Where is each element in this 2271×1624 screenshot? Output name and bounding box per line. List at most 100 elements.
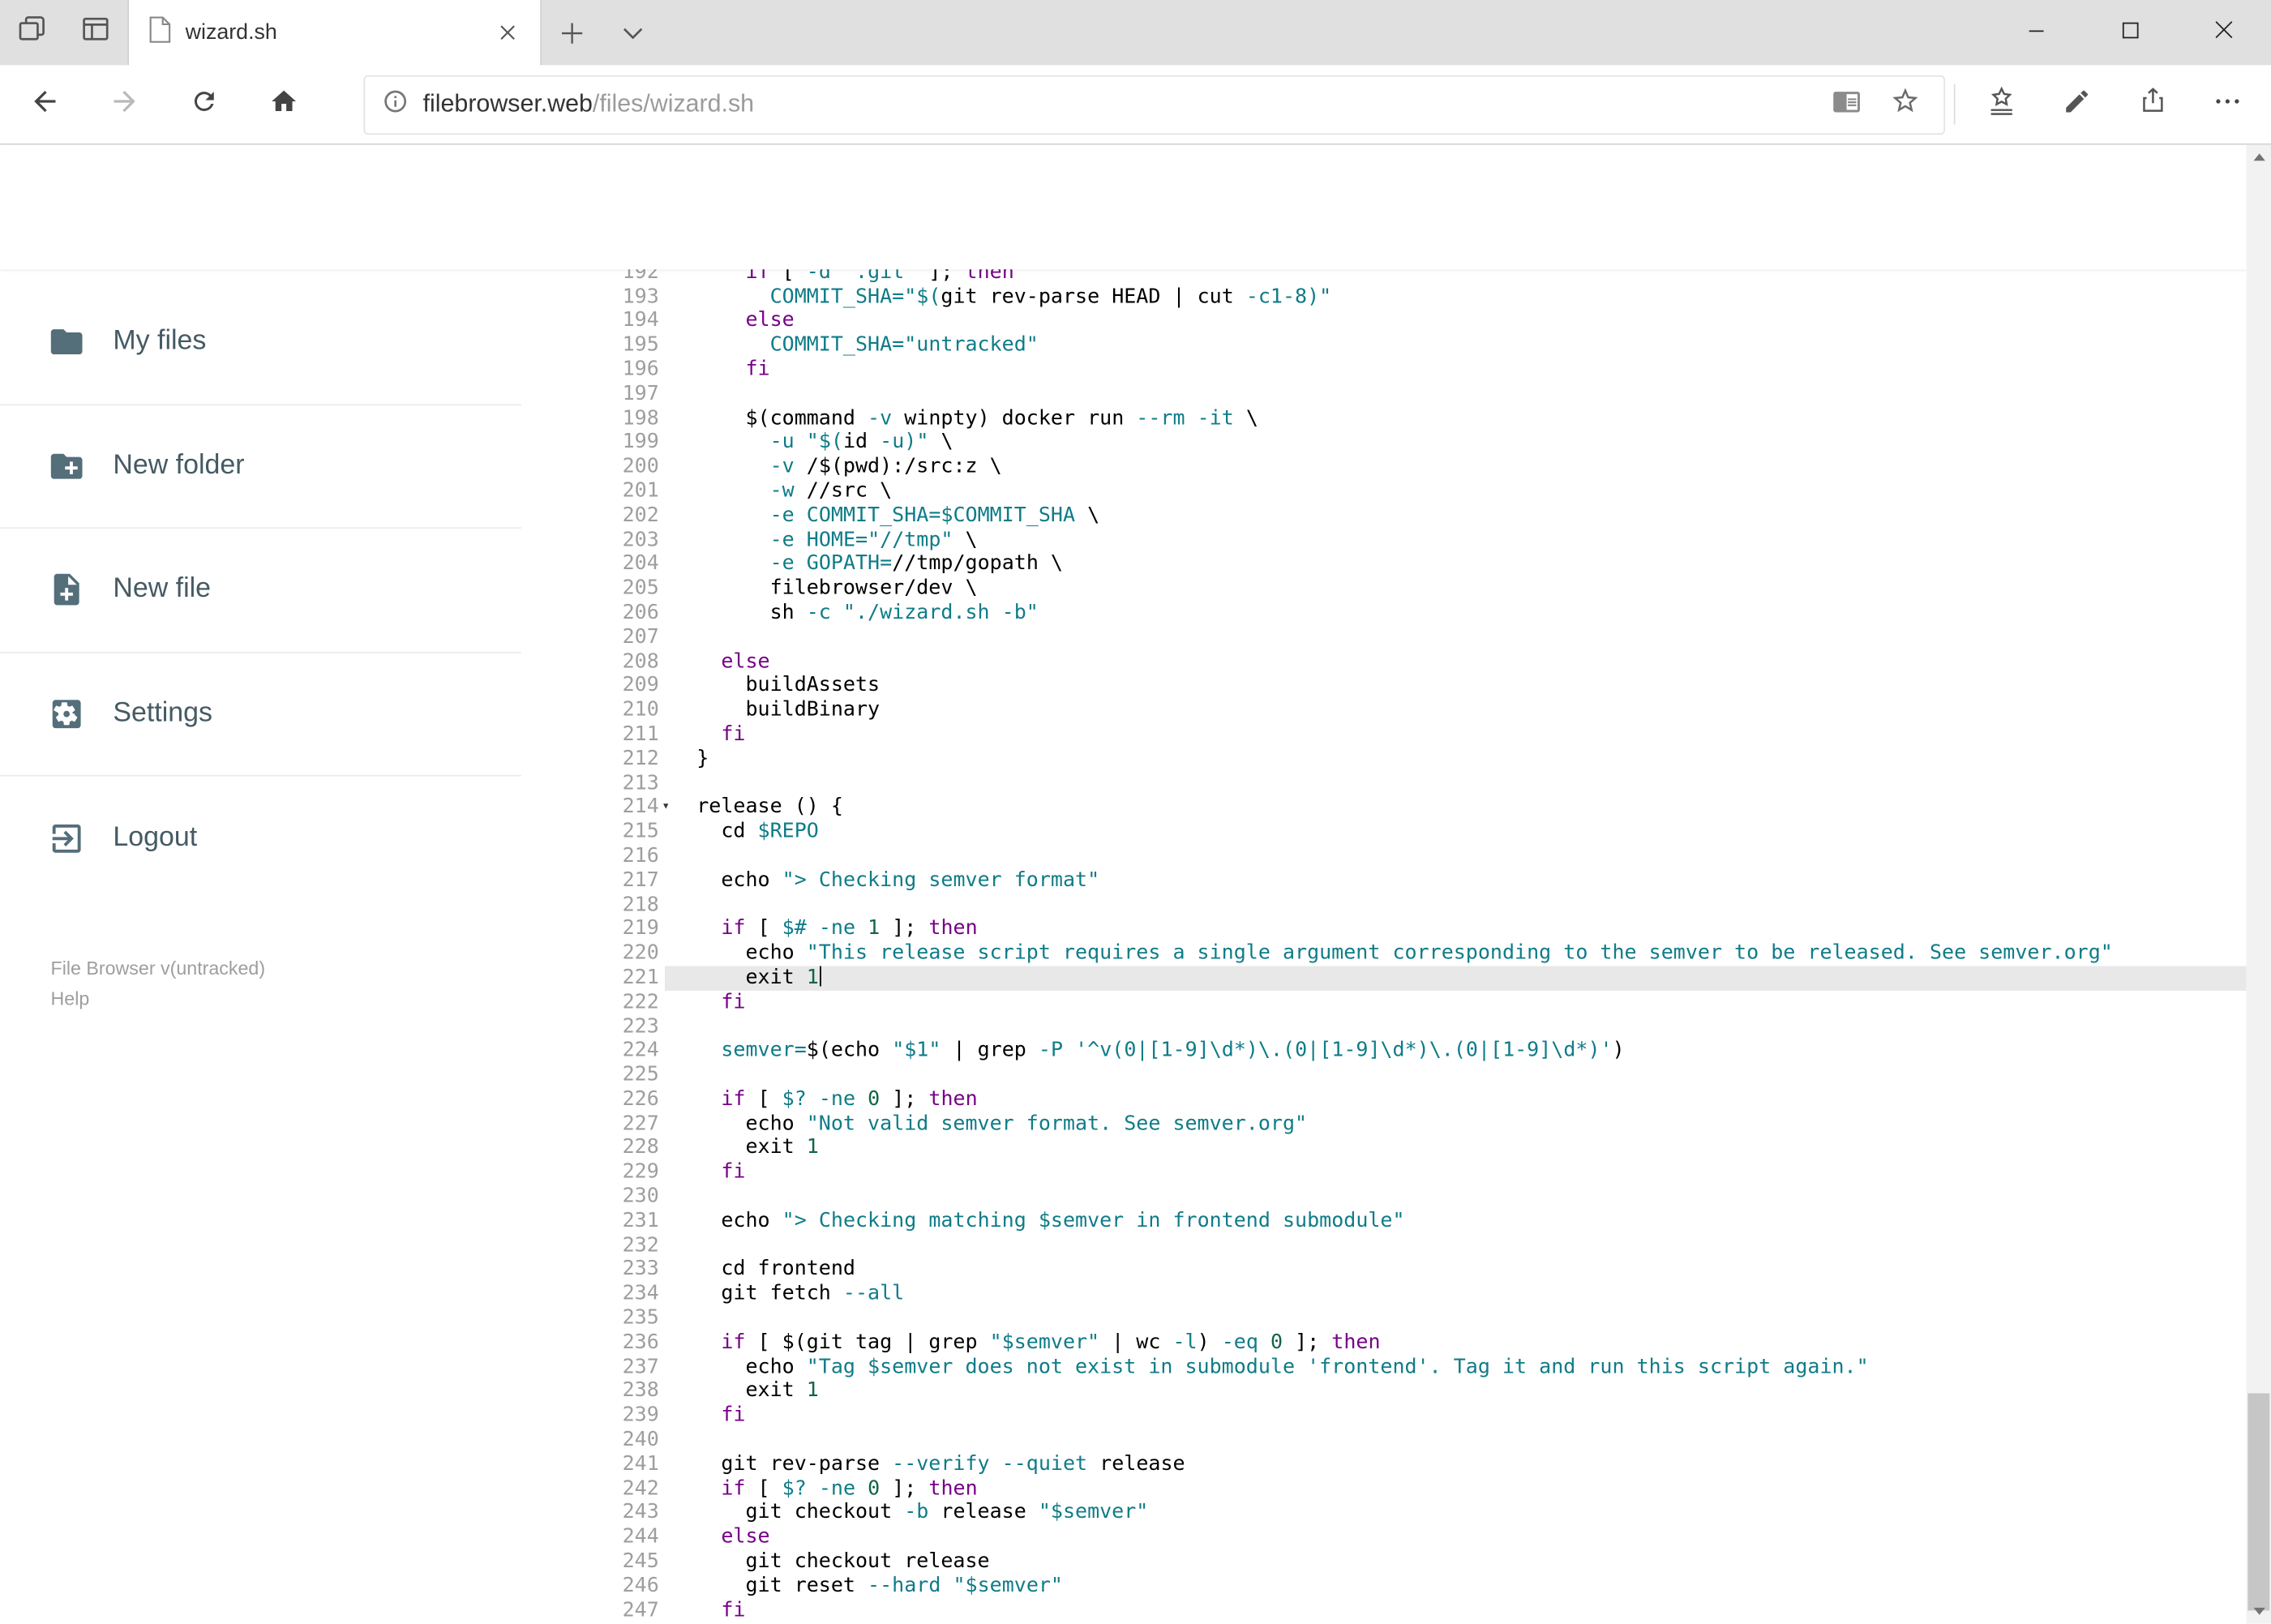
scroll-up-arrow-icon[interactable] xyxy=(2247,145,2271,169)
code-line-216[interactable]: 216 xyxy=(580,844,2247,868)
code-line-240[interactable]: 240 xyxy=(580,1428,2247,1452)
code-line-230[interactable]: 230 xyxy=(580,1185,2247,1209)
code-line-201[interactable]: 201 -w //src \ xyxy=(580,479,2247,503)
code-line-199[interactable]: 199 -u "$(id -u)" \ xyxy=(580,431,2247,455)
new-tab-button[interactable] xyxy=(542,0,602,65)
code-line-196[interactable]: 196 fi xyxy=(580,358,2247,382)
code-line-228[interactable]: 228 exit 1 xyxy=(580,1136,2247,1160)
code-line-231[interactable]: 231 echo "> Checking matching $semver in… xyxy=(580,1209,2247,1233)
code-line-195[interactable]: 195 COMMIT_SHA="untracked" xyxy=(580,333,2247,358)
url-text: filebrowser.web/files/wizard.sh xyxy=(423,90,754,119)
code-line-194[interactable]: 194 else xyxy=(580,309,2247,333)
code-line-204[interactable]: 204 -e GOPATH=//tmp/gopath \ xyxy=(580,552,2247,576)
line-number: 222 xyxy=(622,990,659,1013)
web-note-button[interactable] xyxy=(2039,71,2115,136)
sidebar-item-settings[interactable]: Settings xyxy=(0,653,522,777)
code-line-218[interactable]: 218 xyxy=(580,893,2247,917)
page-icon xyxy=(149,15,171,50)
more-options-button[interactable] xyxy=(2190,71,2265,136)
sidebar-item-logout[interactable]: Logout xyxy=(0,776,521,900)
code-line-244[interactable]: 244 else xyxy=(580,1525,2247,1549)
line-number: 207 xyxy=(622,625,659,649)
code-line-239[interactable]: 239 fi xyxy=(580,1403,2247,1428)
window-maximize-button[interactable] xyxy=(2083,0,2177,65)
hub-button[interactable] xyxy=(1964,71,2039,136)
code-line-193[interactable]: 193 COMMIT_SHA="$(git rev-parse HEAD | c… xyxy=(580,285,2247,309)
code-line-227[interactable]: 227 echo "Not valid semver format. See s… xyxy=(580,1112,2247,1136)
scroll-down-arrow-icon[interactable] xyxy=(2247,1599,2271,1623)
code-line-206[interactable]: 206 sh -c "./wizard.sh -b" xyxy=(580,601,2247,625)
code-text: if [ $? -ne 0 ]; then xyxy=(721,1476,978,1501)
fold-marker-icon[interactable]: ▾ xyxy=(662,797,670,817)
code-line-222[interactable]: 222 fi xyxy=(580,990,2247,1014)
code-line-241[interactable]: 241 git rev-parse --verify --quiet relea… xyxy=(580,1452,2247,1476)
code-text: else xyxy=(745,309,795,332)
code-line-214[interactable]: 214 ▾ release () { xyxy=(580,795,2247,820)
code-line-221[interactable]: 221 exit 1 xyxy=(579,966,2247,991)
reading-view-button[interactable] xyxy=(1825,83,1869,126)
sidebar-item-my-files[interactable]: My files xyxy=(0,281,522,405)
code-line-209[interactable]: 209 buildAssets xyxy=(580,674,2247,698)
code-line-211[interactable]: 211 fi xyxy=(580,722,2247,747)
code-line-212[interactable]: 212} xyxy=(580,747,2247,771)
code-editor[interactable]: 192 if [ -d ".git" ]; then 193 COMMIT_SHA… xyxy=(579,260,2247,1624)
code-line-213[interactable]: 213 xyxy=(580,771,2247,795)
code-line-247[interactable]: 247 fi xyxy=(580,1598,2247,1622)
share-page-button[interactable] xyxy=(2115,71,2190,136)
code-line-236[interactable]: 236 if [ $(git tag | grep "$semver" | wc… xyxy=(580,1330,2247,1355)
ellipsis-icon xyxy=(2212,85,2243,124)
code-line-202[interactable]: 202 -e COMMIT_SHA=$COMMIT_SHA \ xyxy=(580,503,2247,528)
reading-view-icon xyxy=(1832,86,1862,122)
code-line-246[interactable]: 246 git reset --hard "$semver" xyxy=(580,1574,2247,1598)
help-link[interactable]: Help xyxy=(51,983,580,1013)
code-text: release () { xyxy=(696,795,843,819)
code-line-242[interactable]: 242 if [ $? -ne 0 ]; then xyxy=(580,1476,2247,1501)
code-line-235[interactable]: 235 xyxy=(580,1306,2247,1330)
sidebar-item-new-file[interactable]: New file xyxy=(0,529,522,653)
code-line-233[interactable]: 233 cd frontend xyxy=(580,1258,2247,1282)
tab-close-button[interactable] xyxy=(485,11,529,54)
code-line-207[interactable]: 207 xyxy=(580,625,2247,649)
code-text: fi xyxy=(721,1160,746,1184)
page-scrollbar[interactable] xyxy=(2246,144,2271,1624)
scrollbar-thumb[interactable] xyxy=(2247,1393,2270,1611)
home-button[interactable] xyxy=(243,71,323,136)
code-line-225[interactable]: 225 xyxy=(580,1063,2247,1087)
code-line-243[interactable]: 243 git checkout -b release "$semver" xyxy=(580,1501,2247,1525)
set-tabs-aside-button[interactable] xyxy=(0,0,64,65)
toolbar-divider xyxy=(1953,84,1956,125)
forward-button[interactable] xyxy=(84,71,164,136)
window-minimize-button[interactable] xyxy=(1989,0,2083,65)
window-close-button[interactable] xyxy=(2177,0,2271,65)
back-button[interactable] xyxy=(4,71,84,136)
code-line-238[interactable]: 238 exit 1 xyxy=(580,1379,2247,1403)
sidebar-item-new-folder[interactable]: New folder xyxy=(0,405,522,529)
code-line-232[interactable]: 232 xyxy=(580,1233,2247,1258)
code-line-198[interactable]: 198 $(command -v winpty) docker run --rm… xyxy=(580,406,2247,431)
tab-list-chevron-button[interactable] xyxy=(602,0,663,65)
url-field[interactable]: filebrowser.web/files/wizard.sh xyxy=(363,74,1946,135)
code-line-215[interactable]: 215 cd $REPO xyxy=(580,820,2247,844)
code-line-217[interactable]: 217 echo "> Checking semver format" xyxy=(580,868,2247,893)
code-line-223[interactable]: 223 xyxy=(580,1014,2247,1039)
site-info-icon[interactable] xyxy=(383,88,409,121)
code-line-210[interactable]: 210 buildBinary xyxy=(580,698,2247,722)
code-line-208[interactable]: 208 else xyxy=(580,649,2247,674)
code-line-224[interactable]: 224 semver=$(echo "$1" | grep -P '^v(0|[… xyxy=(580,1039,2247,1063)
code-line-205[interactable]: 205 filebrowser/dev \ xyxy=(580,576,2247,601)
code-line-203[interactable]: 203 -e HOME="//tmp" \ xyxy=(580,528,2247,552)
code-line-220[interactable]: 220 echo "This release script requires a… xyxy=(580,941,2247,966)
code-line-226[interactable]: 226 if [ $? -ne 0 ]; then xyxy=(580,1087,2247,1112)
code-line-237[interactable]: 237 echo "Tag $semver does not exist in … xyxy=(580,1355,2247,1379)
code-line-200[interactable]: 200 -v /$(pwd):/src:z \ xyxy=(580,455,2247,479)
code-line-234[interactable]: 234 git fetch --all xyxy=(580,1282,2247,1306)
code-line-245[interactable]: 245 git checkout release xyxy=(580,1549,2247,1574)
refresh-button[interactable] xyxy=(164,71,243,136)
add-favorite-button[interactable] xyxy=(1883,83,1926,126)
code-line-229[interactable]: 229 fi xyxy=(580,1160,2247,1185)
code-line-197[interactable]: 197 xyxy=(580,382,2247,406)
code-line-219[interactable]: 219 if [ $# -ne 1 ]; then xyxy=(580,917,2247,941)
line-number: 242 xyxy=(622,1476,659,1501)
tab-preview-button[interactable] xyxy=(64,0,128,65)
browser-tab[interactable]: wizard.sh xyxy=(127,0,542,66)
